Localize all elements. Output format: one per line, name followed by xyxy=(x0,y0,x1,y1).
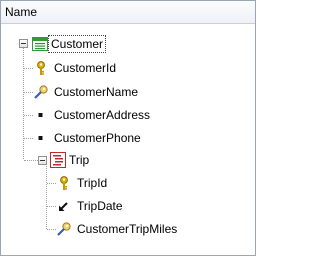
tree-node-customerphone[interactable]: CustomerPhone xyxy=(54,130,141,146)
tree-node-customerid[interactable]: CustomerId xyxy=(54,60,116,76)
attribute-tree: Customer CustomerId CustomerName Custome… xyxy=(1,24,255,255)
transaction-icon xyxy=(32,36,48,52)
key-icon xyxy=(33,60,49,76)
tree-connector xyxy=(24,160,38,161)
collapse-toggle-customer[interactable] xyxy=(19,39,28,48)
tree-node-customeraddress[interactable]: CustomerAddress xyxy=(54,107,150,123)
tree-connector xyxy=(47,206,56,207)
tree-connector xyxy=(24,138,33,139)
column-header-name: Name xyxy=(5,5,38,19)
tree-node-tripdate[interactable]: TripDate xyxy=(77,198,123,214)
tree-node-customer[interactable]: Customer xyxy=(47,35,107,53)
column-header[interactable]: Name xyxy=(1,1,255,24)
tree-connector xyxy=(24,92,33,93)
tree-node-tripid[interactable]: TripId xyxy=(77,175,107,191)
description-key-icon xyxy=(33,84,49,100)
tree-node-customername[interactable]: CustomerName xyxy=(54,84,138,100)
tree-connector xyxy=(47,183,56,184)
level-icon xyxy=(50,152,66,168)
collapse-toggle-trip[interactable] xyxy=(38,156,47,165)
tree-node-trip[interactable]: Trip xyxy=(69,152,89,168)
tree-connector xyxy=(23,46,24,159)
inferred-arrow-icon xyxy=(56,198,72,214)
tree-connector xyxy=(47,229,56,230)
key-icon xyxy=(56,175,72,191)
attribute-dot-icon xyxy=(33,130,49,146)
tree-connector xyxy=(24,68,33,69)
tree-panel: Name Customer CustomerId CustomerName Cu… xyxy=(0,0,256,256)
tree-connector xyxy=(24,115,33,116)
description-key-icon xyxy=(56,221,72,237)
tree-node-customertripmiles[interactable]: CustomerTripMiles xyxy=(77,221,177,237)
tree-connector xyxy=(46,160,47,229)
attribute-dot-icon xyxy=(33,107,49,123)
